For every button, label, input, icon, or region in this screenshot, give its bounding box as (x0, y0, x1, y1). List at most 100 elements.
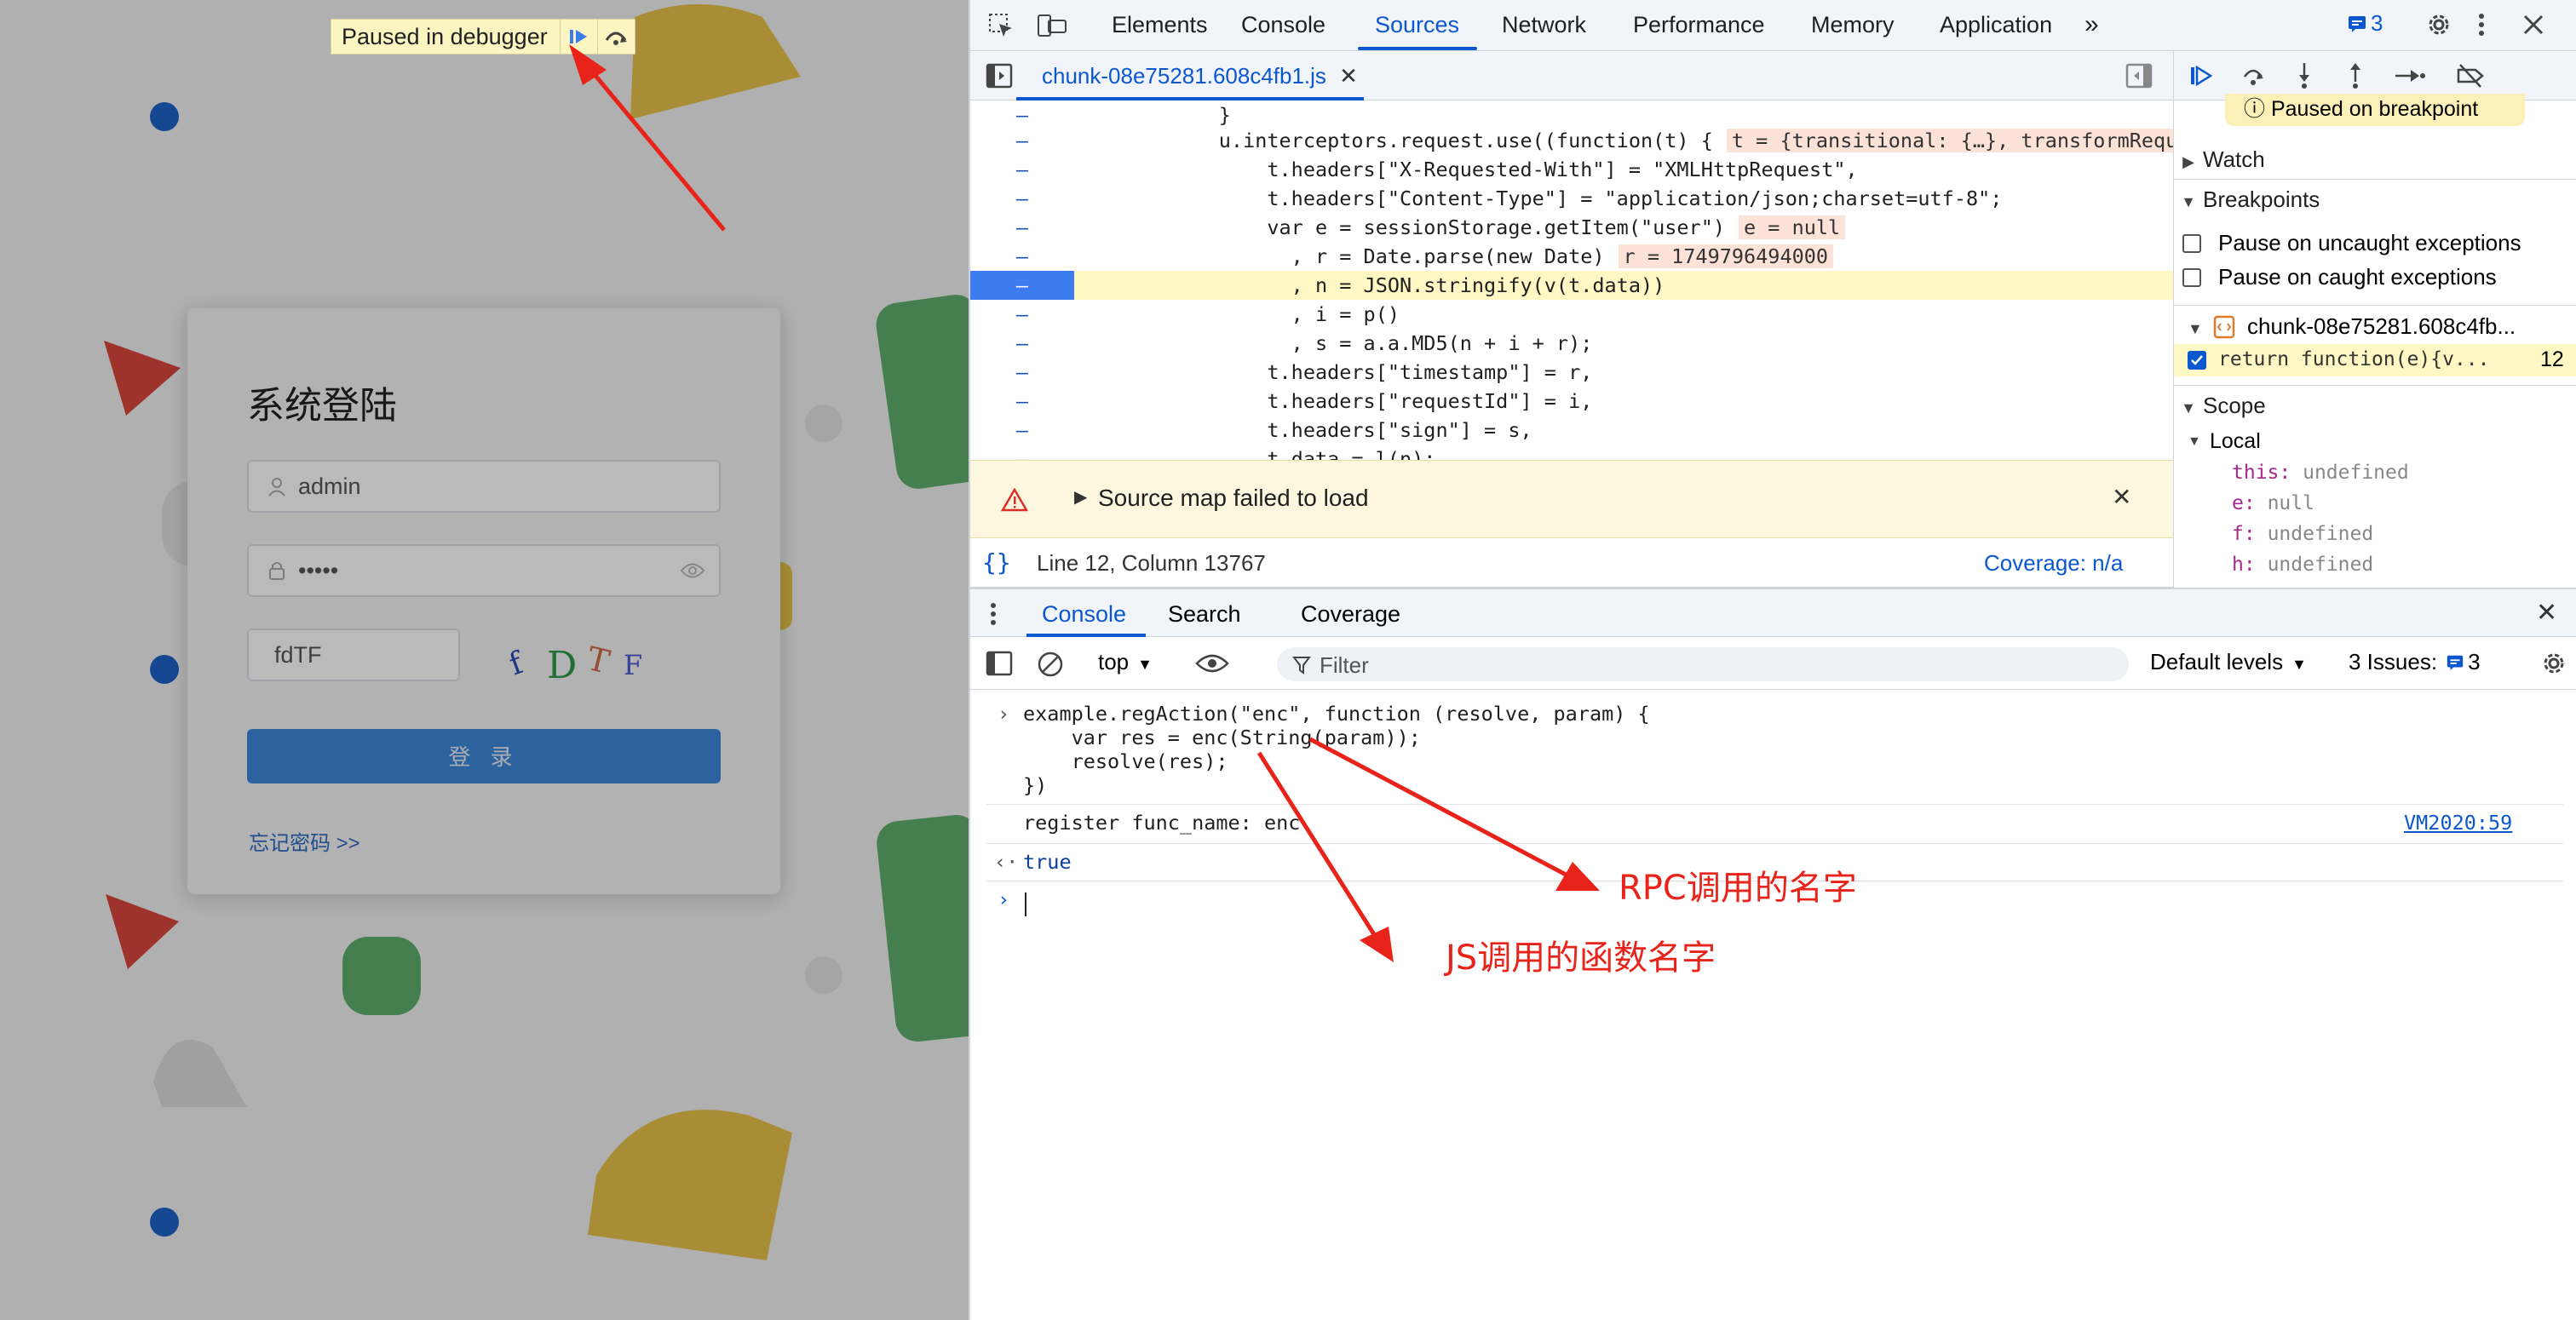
collapse-arrow-icon[interactable]: ▼ (2188, 320, 2203, 338)
close-warning-icon[interactable]: ✕ (2112, 483, 2131, 511)
paused-text: Paused in debugger (342, 23, 548, 49)
resume-icon[interactable] (2189, 63, 2215, 89)
breakpoint-file-name[interactable]: chunk-08e75281.608c4fb... (2247, 313, 2516, 340)
tab-performance[interactable]: Performance (1633, 0, 1765, 49)
coverage-status[interactable]: Coverage: n/a (1984, 550, 2123, 577)
console-settings-gear-icon[interactable] (2539, 649, 2568, 678)
breakpoint-entry[interactable]: return function(e){v... 12 (2174, 344, 2576, 376)
log-source-link[interactable]: VM2020:59 (2404, 811, 2512, 835)
code-text: u.interceptors.request.use((function(t) … (1074, 129, 1713, 152)
console-filter-input[interactable]: Filter (1277, 647, 2129, 681)
code-text: t.headers["requestId"] = i, (1074, 389, 1593, 413)
pause-uncaught-checkbox[interactable] (2182, 234, 2201, 253)
scope-variable: this: undefined (2232, 462, 2409, 484)
drawer-tab-bar: Console Search Coverage ✕ (970, 588, 2576, 637)
step-over-icon[interactable] (2240, 63, 2266, 89)
text-cursor (1025, 892, 1026, 916)
inline-value: t = {transitional: {…}, transformRequ (1726, 129, 2173, 152)
local-scope-label[interactable]: Local (2210, 429, 2261, 454)
drawer-tab-search[interactable]: Search (1168, 601, 1241, 628)
expand-warning-icon[interactable]: ▶ (1074, 486, 1087, 508)
watch-section-header[interactable]: ▶ Watch (2174, 140, 2576, 179)
inspect-element-icon[interactable] (987, 12, 1015, 39)
tab-memory[interactable]: Memory (1811, 0, 1895, 49)
message-icon (2447, 655, 2464, 670)
console-issues-button[interactable]: 3 Issues: 3 (2349, 649, 2481, 675)
breakpoints-section-header[interactable]: ▼ Breakpoints (2174, 179, 2576, 218)
breakpoint-code: return function(e){v... (2218, 348, 2490, 370)
drawer-menu-icon[interactable] (989, 601, 998, 627)
drawer-tab-coverage[interactable]: Coverage (1301, 601, 1400, 628)
console-prompt-icon: › (998, 887, 1010, 911)
breakpoint-marker: – (970, 271, 1074, 300)
code-line: – t.headers["timestamp"] = r, (970, 358, 2173, 387)
pause-caught-label: Pause on caught exceptions (2218, 264, 2497, 290)
toggle-debugger-sidebar-icon[interactable] (2125, 63, 2153, 89)
issues-button[interactable]: 3 (2347, 10, 2383, 37)
tab-network[interactable]: Network (1502, 0, 1586, 49)
close-devtools-icon[interactable] (2522, 14, 2544, 36)
deactivate-breakpoints-icon[interactable] (2455, 63, 2486, 89)
debugger-sidebar: ⓘ Paused on breakpoint ▶ Watch ▼ Breakpoin… (2173, 51, 2576, 588)
close-file-tab-icon[interactable]: ✕ (1339, 63, 1358, 89)
breakpoint-checkbox[interactable] (2188, 351, 2206, 370)
tab-sources[interactable]: Sources (1375, 0, 1459, 49)
execution-context-select[interactable]: top ▼ (1098, 649, 1153, 675)
log-levels-select[interactable]: Default levels ▼ (2150, 649, 2307, 675)
close-drawer-icon[interactable]: ✕ (2536, 598, 2557, 628)
tab-application[interactable]: Application (1940, 0, 2052, 49)
pause-uncaught-label: Pause on uncaught exceptions (2218, 230, 2521, 255)
gutter-marker: – (1015, 215, 1029, 239)
eye-icon[interactable] (1195, 652, 1229, 674)
collapse-arrow-icon: ▼ (2181, 193, 2196, 210)
devtools-main-tabs: Elements Console Sources Network Perform… (970, 0, 2576, 51)
code-text: t.data = l(n); (1074, 447, 1436, 460)
divider (986, 804, 2563, 805)
issues-count: 3 (2371, 10, 2383, 36)
tab-console[interactable]: Console (1241, 0, 1325, 49)
code-line: – , i = p() (970, 300, 2173, 329)
console-sidebar-icon[interactable] (986, 651, 1013, 676)
rpc-name-annotation: RPC调用的名字 (1619, 869, 1857, 908)
file-tab[interactable]: chunk-08e75281.608c4fb1.js ✕ (1042, 51, 1358, 100)
paused-on-breakpoint-banner: ⓘ Paused on breakpoint (2225, 94, 2525, 126)
code-text: } (1074, 103, 1231, 127)
devtools-panel: Elements Console Sources Network Perform… (969, 0, 2576, 1320)
clear-console-icon[interactable] (1037, 651, 1064, 678)
step-over-button[interactable] (596, 19, 635, 55)
inline-value: r = 1749796494000 (1618, 244, 1834, 268)
console-input-line: resolve(res); (1023, 749, 1228, 773)
drawer-tab-console[interactable]: Console (1042, 601, 1126, 628)
device-toolbar-icon[interactable] (1037, 12, 1067, 39)
code-line: – t.data = l(n); (970, 445, 2173, 460)
code-text: , r = Date.parse(new Date) (1074, 244, 1605, 268)
more-tabs-chevron-icon[interactable]: » (2084, 0, 2099, 49)
toggle-navigator-icon[interactable] (986, 63, 1013, 89)
console-input-line: var res = enc(String(param)); (1023, 726, 1421, 749)
scope-variable: e: null (2232, 492, 2314, 514)
more-options-icon[interactable] (2476, 12, 2487, 37)
code-editor[interactable]: – } – u.interceptors.request.use((functi… (970, 100, 2173, 460)
console-output[interactable]: › example.regAction("enc", function (res… (970, 690, 2576, 1320)
gear-icon[interactable] (2424, 10, 2453, 39)
pause-caught-checkbox[interactable] (2182, 268, 2201, 287)
resume-button[interactable] (559, 19, 597, 55)
scope-section-header[interactable]: ▼ Scope (2174, 385, 2576, 424)
code-text: t.headers["sign"] = s, (1074, 418, 1532, 442)
collapse-arrow-icon[interactable]: ▼ (2188, 434, 2201, 450)
step-out-icon[interactable] (2343, 61, 2368, 90)
code-text: , n = JSON.stringify(v(t.data)) (1074, 273, 1665, 297)
divider (2174, 305, 2576, 306)
code-line: – t.headers["Content-Type"] = "applicati… (970, 184, 2173, 213)
scope-variable: f: undefined (2232, 523, 2374, 545)
code-line: – } (970, 100, 2173, 129)
collapse-arrow-icon: ▼ (2181, 399, 2196, 416)
tab-elements[interactable]: Elements (1112, 0, 1208, 49)
pretty-print-icon[interactable]: {} (982, 548, 1011, 577)
code-line: – , s = a.a.MD5(n + i + r); (970, 329, 2173, 358)
cursor-position: Line 12, Column 13767 (1037, 550, 1266, 576)
step-icon[interactable] (2394, 65, 2426, 87)
step-into-icon[interactable] (2291, 61, 2317, 90)
paused-in-debugger-bar: Paused in debugger (331, 19, 635, 55)
console-log-message: register func_name: enc (1023, 811, 1301, 835)
